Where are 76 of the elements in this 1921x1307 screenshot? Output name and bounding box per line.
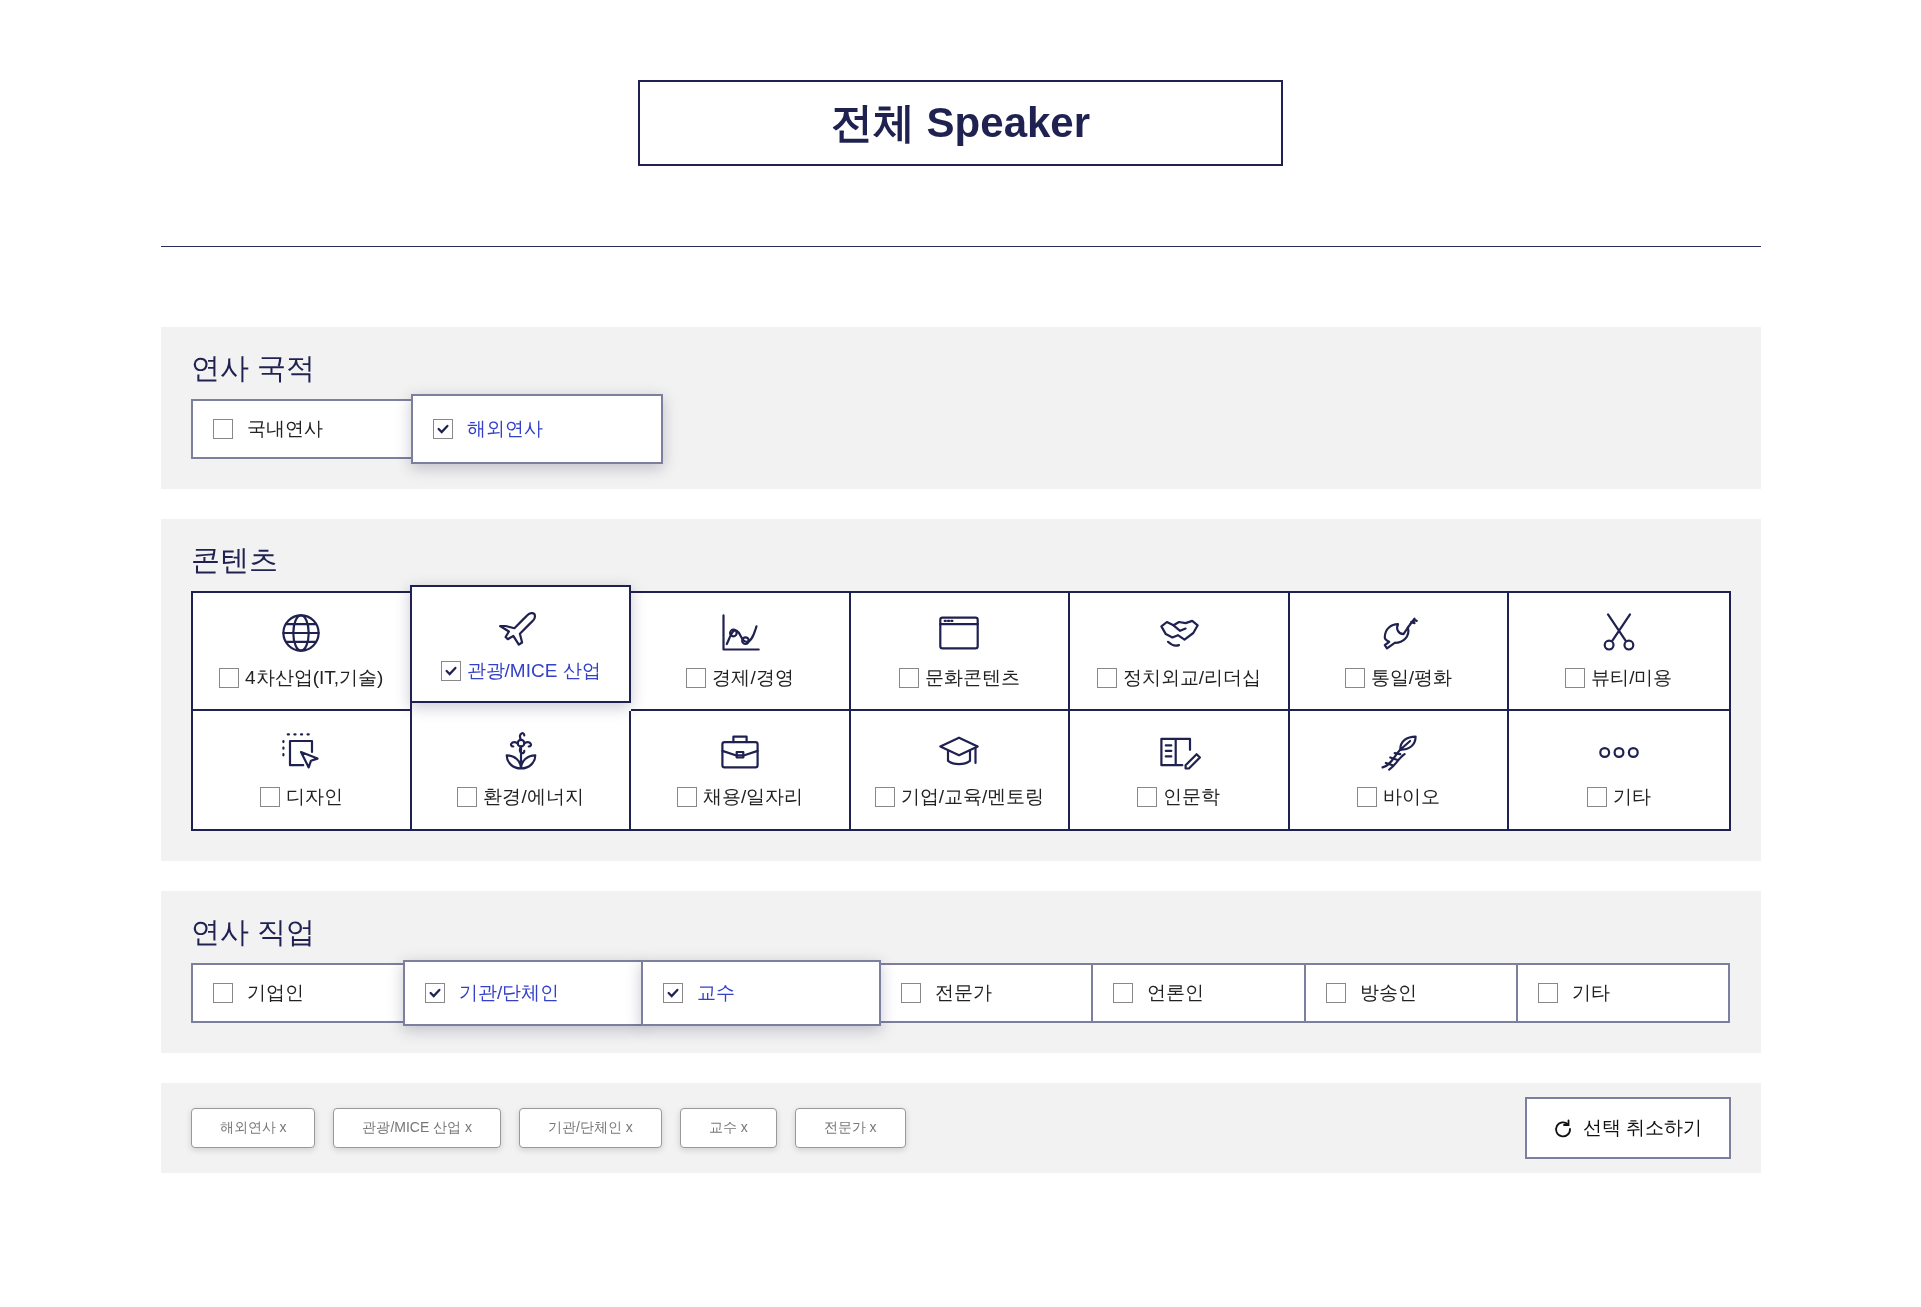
- filter-chip[interactable]: 해외연사 x: [190, 1108, 316, 1148]
- check-icon: [665, 986, 680, 1000]
- option-tile[interactable]: 기타: [1516, 963, 1731, 1023]
- category-label: 기타: [1612, 784, 1651, 809]
- option-label: 국내연사: [246, 417, 323, 441]
- checkbox[interactable]: [1586, 786, 1607, 807]
- option-tile[interactable]: 교수: [640, 960, 881, 1026]
- checkbox[interactable]: [219, 668, 240, 688]
- option-tile[interactable]: 기업인: [190, 963, 405, 1023]
- section-heading: 연사 국적: [190, 351, 316, 386]
- filter-chip[interactable]: 기관/단체인 x: [519, 1108, 662, 1148]
- option-label: 기타: [1572, 981, 1611, 1005]
- checkbox[interactable]: [662, 983, 683, 1003]
- checkbox[interactable]: [1538, 983, 1559, 1003]
- check-icon: [435, 422, 450, 436]
- option-label: 기업인: [246, 981, 304, 1005]
- check-icon: [427, 986, 442, 1000]
- checkbox[interactable]: [212, 419, 233, 439]
- category-label: 디자인: [285, 785, 343, 809]
- category-tile[interactable]: 통일/평화: [1289, 593, 1510, 711]
- category-label: 환경/에너지: [483, 785, 584, 809]
- option-label: 전문가: [934, 981, 992, 1005]
- category-label: 채용/일자리: [702, 785, 804, 809]
- checkbox[interactable]: [424, 983, 445, 1003]
- section-heading: 연사 직업: [190, 915, 316, 950]
- option-tile[interactable]: 방송인: [1303, 963, 1519, 1023]
- category-tile[interactable]: 경제/경영: [631, 593, 851, 711]
- option-label: 교수: [696, 981, 735, 1005]
- checkbox[interactable]: [1356, 787, 1377, 807]
- filter-chip[interactable]: 관광/MICE 산업 x: [333, 1108, 502, 1148]
- checkbox[interactable]: [212, 983, 233, 1003]
- category-label: 인문학: [1163, 785, 1221, 809]
- category-label: 정치외교/리더십: [1122, 666, 1262, 690]
- category-label: 4차산업(IT,기술): [245, 666, 384, 690]
- reset-button[interactable]: 선택 취소하기: [1525, 1097, 1731, 1159]
- checkbox[interactable]: [900, 983, 921, 1003]
- category-label: 뷰티/미용: [1591, 666, 1673, 690]
- option-tile[interactable]: 해외연사: [410, 394, 663, 464]
- option-label: 해외연사: [466, 417, 543, 441]
- checkbox[interactable]: [1344, 668, 1365, 688]
- page-title: 전체 Speaker: [638, 80, 1283, 166]
- check-icon: [443, 664, 458, 678]
- checkbox[interactable]: [440, 661, 461, 681]
- checkbox[interactable]: [432, 419, 453, 439]
- checkbox[interactable]: [686, 668, 707, 688]
- checkbox[interactable]: [259, 787, 280, 807]
- checkbox[interactable]: [676, 787, 697, 807]
- category-label: 문화콘텐츠: [925, 666, 1020, 690]
- option-tile[interactable]: 전문가: [878, 963, 1094, 1023]
- option-label: 언론인: [1147, 981, 1205, 1005]
- category-label: 관광/MICE 산업: [466, 659, 601, 683]
- checkbox[interactable]: [899, 668, 919, 688]
- filter-chip[interactable]: 교수 x: [679, 1108, 777, 1148]
- section-heading: 콘텐츠: [190, 543, 279, 578]
- option-label: 방송인: [1359, 981, 1417, 1005]
- option-tile[interactable]: 국내연사: [190, 399, 413, 459]
- refresh-icon: [1553, 1118, 1574, 1138]
- category-tile[interactable]: 문화콘텐츠: [850, 593, 1071, 711]
- checkbox[interactable]: [874, 787, 895, 807]
- checkbox[interactable]: [1565, 668, 1586, 688]
- category-label: 통일/평화: [1370, 666, 1452, 690]
- option-tile[interactable]: 언론인: [1091, 963, 1306, 1023]
- checkbox[interactable]: [1137, 787, 1158, 807]
- category-label: 기업/교육/멘토링: [900, 785, 1045, 809]
- checkbox[interactable]: [457, 787, 478, 807]
- category-tile[interactable]: 관광/MICE 산업: [409, 585, 632, 703]
- checkbox[interactable]: [1096, 668, 1117, 688]
- checkbox[interactable]: [1113, 983, 1134, 1003]
- category-label: 바이오: [1382, 785, 1440, 809]
- option-tile[interactable]: 기관/단체인: [402, 960, 643, 1026]
- checkbox[interactable]: [1325, 983, 1346, 1003]
- more-icon: [1598, 746, 1639, 758]
- option-label: 기관/단체인: [458, 981, 560, 1005]
- category-tile[interactable]: 정치외교/리더십: [1070, 593, 1290, 711]
- category-label: 경제/경영: [712, 666, 794, 690]
- filter-chip[interactable]: 전문가 x: [794, 1108, 906, 1148]
